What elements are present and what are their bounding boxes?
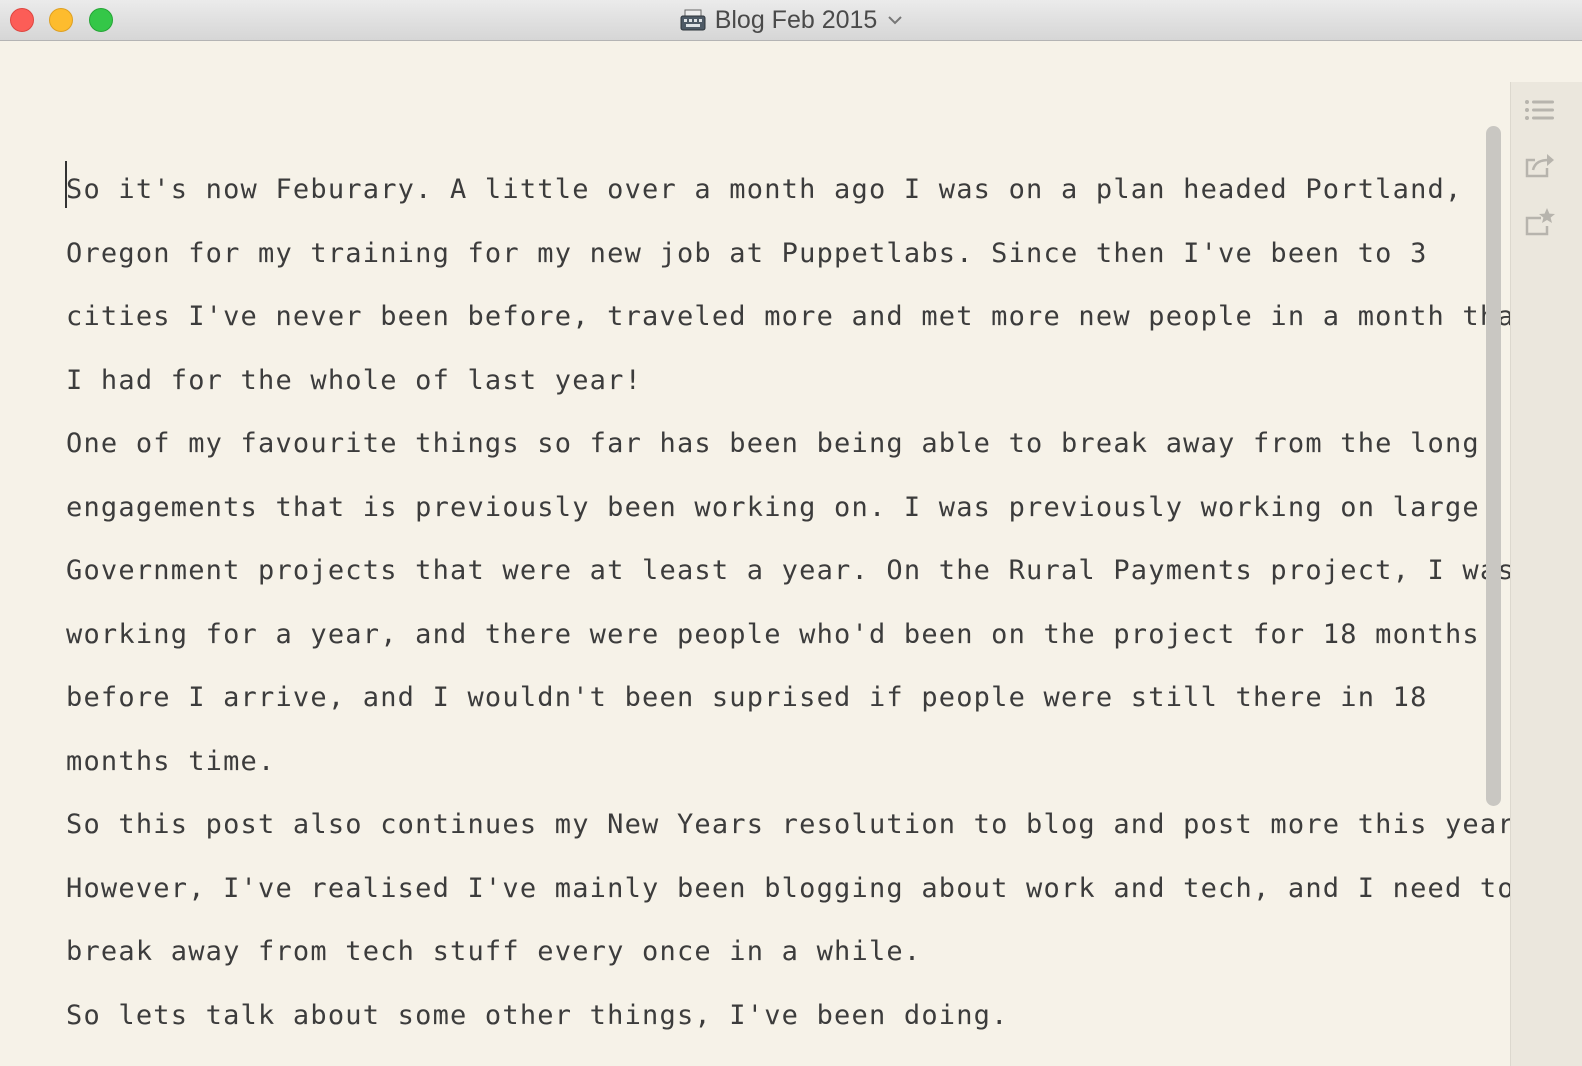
window-title-group[interactable]: Blog Feb 2015 bbox=[0, 0, 1582, 40]
text-line: So this post also continues my New Years… bbox=[66, 809, 1533, 840]
list-icon[interactable] bbox=[1523, 94, 1557, 126]
text-line: I had for the whole of last year! bbox=[66, 364, 643, 396]
right-sidebar bbox=[1510, 82, 1582, 1066]
text-line: So it's now Feburary. A little over a mo… bbox=[66, 174, 1463, 205]
title-bar[interactable]: Blog Feb 2015 bbox=[0, 0, 1582, 41]
text-line: break away from tech stuff every once in… bbox=[66, 936, 922, 967]
share-icon[interactable] bbox=[1523, 150, 1557, 182]
text-line: Oregon for my training for my new job at… bbox=[66, 237, 1428, 269]
text-line: engagements that is previously been work… bbox=[66, 491, 1480, 523]
text-line: months time. bbox=[66, 745, 276, 777]
window-title: Blog Feb 2015 bbox=[714, 5, 878, 34]
text-line: working for a year, and there were peopl… bbox=[66, 618, 1480, 650]
app-window: Blog Feb 2015 So it's now Feburary. A li… bbox=[0, 0, 1582, 1066]
bookmark-star-icon[interactable] bbox=[1523, 206, 1557, 238]
text-editor[interactable]: So it's now Feburary. A little over a mo… bbox=[66, 158, 1533, 1047]
text-line: Government projects that were at least a… bbox=[66, 555, 1515, 586]
text-line: One of my favourite things so far has be… bbox=[66, 428, 1480, 459]
text-line: cities I've never been before, traveled … bbox=[66, 301, 1533, 332]
text-line: So lets talk about some other things, I'… bbox=[66, 999, 1009, 1031]
text-line: before I arrive, and I wouldn't been sup… bbox=[66, 682, 1428, 713]
chevron-down-icon[interactable] bbox=[887, 14, 903, 26]
vertical-scrollbar[interactable] bbox=[1486, 126, 1501, 806]
text-line: However, I've realised I've mainly been … bbox=[66, 872, 1515, 904]
typewriter-icon bbox=[680, 9, 706, 31]
